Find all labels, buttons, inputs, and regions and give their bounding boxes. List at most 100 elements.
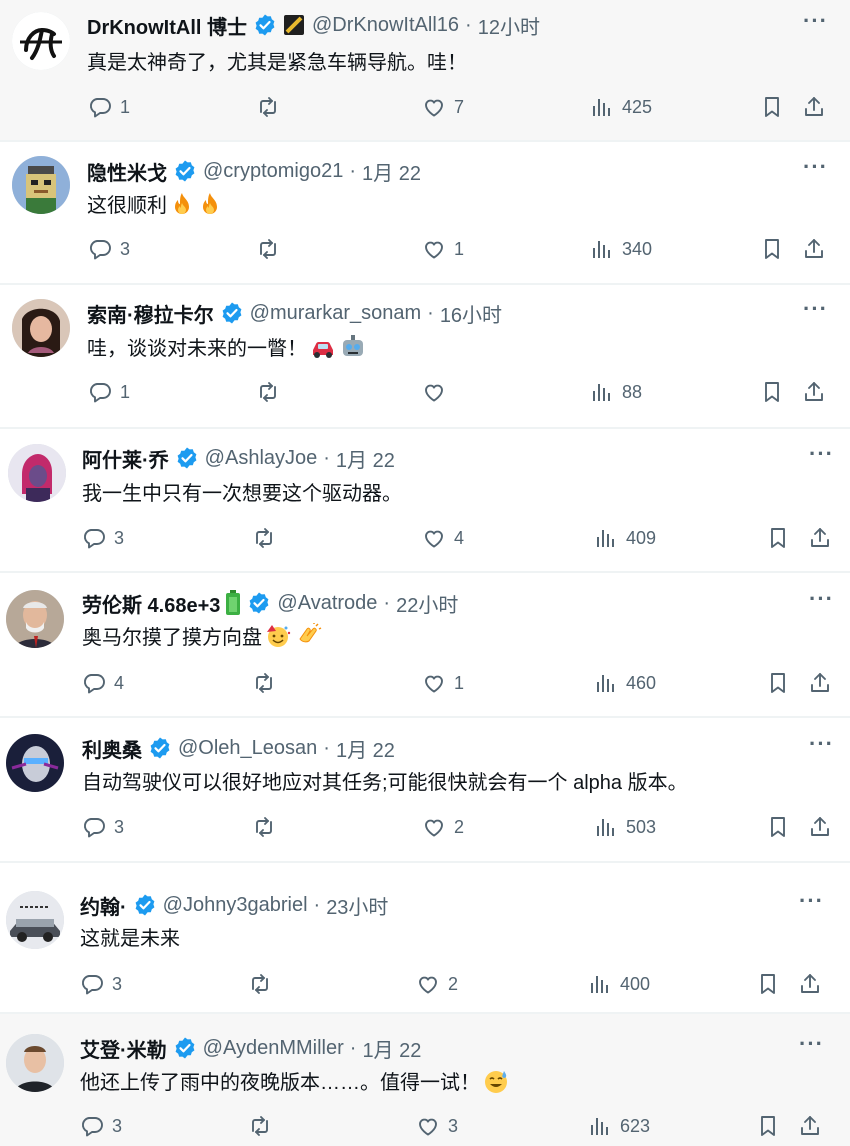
- bookmark-button[interactable]: [760, 234, 784, 264]
- bookmark-button[interactable]: [760, 377, 784, 407]
- more-icon[interactable]: ···: [799, 1031, 824, 1057]
- more-icon[interactable]: ···: [803, 154, 828, 180]
- author-handle[interactable]: @DrKnowItAll16: [312, 14, 459, 37]
- author-handle[interactable]: @Oleh_Leosan: [178, 737, 317, 760]
- more-icon[interactable]: ···: [809, 586, 834, 612]
- bookmark-button[interactable]: [760, 92, 784, 122]
- retweet-button[interactable]: [252, 812, 276, 842]
- views-button[interactable]: 88: [590, 377, 642, 407]
- bookmark-button[interactable]: [766, 668, 790, 698]
- fire-emoji: [169, 191, 195, 217]
- share-button[interactable]: [802, 92, 826, 122]
- author-name[interactable]: 利奥桑: [82, 734, 142, 763]
- more-icon[interactable]: ···: [809, 731, 834, 757]
- views-button[interactable]: 460: [594, 668, 656, 698]
- avatar[interactable]: [6, 1034, 64, 1092]
- author-name[interactable]: 艾登·米勒: [80, 1034, 167, 1063]
- more-icon[interactable]: ···: [799, 888, 824, 914]
- avatar[interactable]: [12, 299, 70, 357]
- author-name[interactable]: 约翰·: [80, 891, 127, 920]
- avatar[interactable]: [12, 156, 70, 214]
- avatar[interactable]: [6, 590, 64, 648]
- avatar[interactable]: [8, 444, 66, 502]
- author-handle[interactable]: @AydenMMiller: [203, 1037, 344, 1060]
- reply-icon: [88, 237, 112, 261]
- like-button[interactable]: 1: [422, 668, 464, 698]
- timestamp[interactable]: 1月 22: [362, 1034, 421, 1063]
- more-icon[interactable]: ···: [803, 8, 828, 34]
- avatar[interactable]: [12, 12, 70, 70]
- author-name[interactable]: DrKnowItAll 博士: [87, 11, 247, 40]
- like-button[interactable]: 3: [416, 1111, 458, 1141]
- bookmark-button[interactable]: [756, 1111, 780, 1141]
- views-button[interactable]: 340: [590, 234, 652, 264]
- author-handle[interactable]: @murarkar_sonam: [250, 302, 421, 325]
- reply-button[interactable]: 1: [88, 92, 130, 122]
- retweet-button[interactable]: [256, 234, 280, 264]
- bookmark-button[interactable]: [766, 812, 790, 842]
- retweet-button[interactable]: [248, 969, 272, 999]
- share-button[interactable]: [802, 377, 826, 407]
- reply-button[interactable]: 3: [82, 812, 124, 842]
- timestamp[interactable]: 12小时: [478, 11, 540, 40]
- timestamp[interactable]: 1月 22: [362, 157, 421, 186]
- retweet-button[interactable]: [256, 92, 280, 122]
- share-button[interactable]: [808, 812, 832, 842]
- separator-dot: ·: [383, 591, 391, 614]
- like-button[interactable]: 2: [416, 969, 458, 999]
- like-button[interactable]: 1: [422, 234, 464, 264]
- share-button[interactable]: [802, 234, 826, 264]
- views-icon: [590, 380, 614, 404]
- author-handle[interactable]: @AshlayJoe: [205, 447, 318, 470]
- reply-button[interactable]: 3: [80, 969, 122, 999]
- author-name[interactable]: 索南·穆拉卡尔: [87, 299, 214, 328]
- author-name[interactable]: 劳伦斯 4.68e+3: [82, 589, 220, 618]
- avatar[interactable]: [6, 734, 64, 792]
- views-button[interactable]: 503: [594, 812, 656, 842]
- bookmark-button[interactable]: [756, 969, 780, 999]
- avatar[interactable]: [6, 891, 64, 949]
- views-button[interactable]: 409: [594, 523, 656, 553]
- more-icon[interactable]: ···: [803, 296, 828, 322]
- share-icon: [808, 526, 832, 550]
- like-count: 4: [454, 527, 465, 548]
- timestamp[interactable]: 23小时: [326, 891, 388, 920]
- retweet-button[interactable]: [252, 523, 276, 553]
- like-icon: [416, 1114, 440, 1138]
- timestamp[interactable]: 1月 22: [336, 734, 395, 763]
- author-handle[interactable]: @cryptomigo21: [203, 160, 343, 183]
- reply-count: 3: [112, 973, 123, 994]
- author-handle[interactable]: @Avatrode: [277, 592, 377, 615]
- share-button[interactable]: [798, 1111, 822, 1141]
- retweet-button[interactable]: [248, 1111, 272, 1141]
- like-button[interactable]: 7: [422, 92, 464, 122]
- like-button[interactable]: 4: [422, 523, 464, 553]
- reply-count: 1: [120, 381, 131, 402]
- more-icon[interactable]: ···: [809, 441, 834, 467]
- reply-button[interactable]: 3: [88, 234, 130, 264]
- like-button[interactable]: 2: [422, 812, 464, 842]
- share-button[interactable]: [808, 668, 832, 698]
- author-name[interactable]: 隐性米戈: [87, 157, 167, 186]
- reply-button[interactable]: 1: [88, 377, 130, 407]
- battery-icon: [225, 590, 241, 616]
- views-button[interactable]: 425: [590, 92, 652, 122]
- timestamp[interactable]: 22小时: [396, 589, 458, 618]
- reply-button[interactable]: 4: [82, 668, 124, 698]
- views-button[interactable]: 623: [588, 1111, 650, 1141]
- author-name[interactable]: 阿什莱·乔: [82, 444, 169, 473]
- retweet-button[interactable]: [252, 668, 276, 698]
- bookmark-button[interactable]: [766, 523, 790, 553]
- reply-button[interactable]: 3: [80, 1111, 122, 1141]
- like-button[interactable]: [422, 377, 446, 407]
- reply-button[interactable]: 3: [82, 523, 124, 553]
- author-handle[interactable]: @Johny3gabriel: [163, 894, 308, 917]
- views-button[interactable]: 400: [588, 969, 650, 999]
- divider: [0, 571, 850, 573]
- share-button[interactable]: [808, 523, 832, 553]
- bookmark-icon: [756, 972, 780, 996]
- share-button[interactable]: [798, 969, 822, 999]
- timestamp[interactable]: 16小时: [440, 299, 502, 328]
- timestamp[interactable]: 1月 22: [336, 444, 395, 473]
- retweet-button[interactable]: [256, 377, 280, 407]
